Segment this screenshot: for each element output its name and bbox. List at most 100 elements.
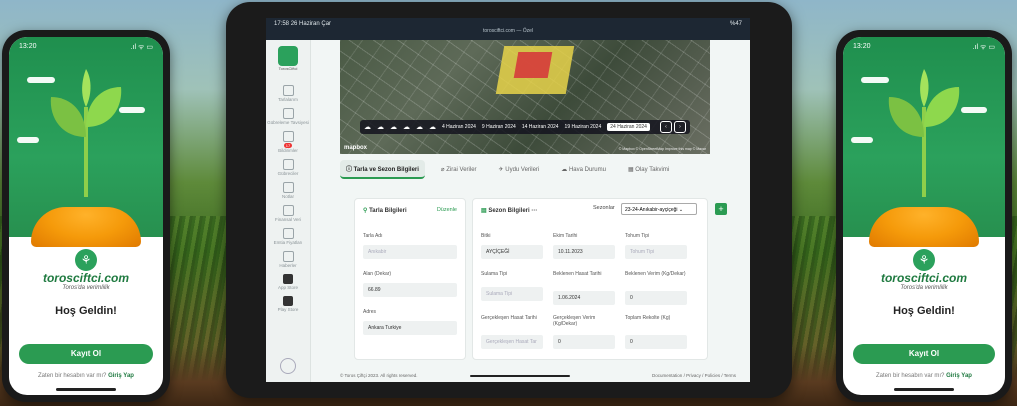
- add-season-button[interactable]: +: [715, 203, 727, 215]
- store-icon: [282, 159, 294, 170]
- tablet-status-bar: 17:58 26 Haziran Çar torosciftci.com — Ö…: [266, 18, 750, 40]
- logo-badge-icon: ⚘: [913, 249, 935, 271]
- bell-icon: [282, 131, 294, 142]
- brand-name: torosciftci.com: [42, 271, 129, 285]
- sidebar-item-haberler[interactable]: Haberler: [266, 251, 310, 268]
- edit-link[interactable]: Düzenle: [437, 207, 457, 213]
- season-field-input[interactable]: 0: [553, 335, 615, 349]
- field-area-input[interactable]: 66.89: [363, 283, 457, 297]
- timeline-date-selected[interactable]: 24 Haziran 2024: [607, 123, 650, 131]
- sidebar-item-bildirimler[interactable]: 17 Bildirimler: [266, 131, 310, 153]
- sidebar-item-label: Tarlalarım: [278, 97, 298, 102]
- satellite-map[interactable]: ☁ ☁ ☁ ☁ ☁ ☁ 4 Haziran 2024 9 Haziran 202…: [340, 40, 710, 154]
- season-field-input[interactable]: Gerçekleşen Hasat Tar: [481, 335, 543, 349]
- welcome-title: Hoş Geldin!: [893, 305, 955, 317]
- field-address-input[interactable]: Ankara Turkiye: [363, 321, 457, 335]
- timeline-date[interactable]: 19 Haziran 2024: [565, 124, 602, 130]
- cloud-icon: ☁: [403, 124, 410, 131]
- grid-icon: [282, 85, 294, 96]
- news-icon: [282, 251, 294, 262]
- brand-logo: ⚘ torosciftci.com Toros'da verimlilik: [9, 249, 163, 291]
- tablet-screen: 17:58 26 Haziran Çar torosciftci.com — Ö…: [266, 18, 750, 382]
- field-info-title: Tarla Bilgileri: [369, 208, 407, 214]
- season-field-input[interactable]: 0: [625, 291, 687, 305]
- register-button[interactable]: Kayıt Ol: [853, 344, 995, 364]
- phone-status-bar: 13:20 .ıl ᯤ ▭: [19, 43, 153, 52]
- calendar-icon: ▤: [481, 208, 487, 214]
- home-indicator: [470, 375, 570, 377]
- url-bar[interactable]: torosciftci.com — Özel: [266, 28, 750, 34]
- tab-olay-takvimi[interactable]: ▦ Olay Takvimi: [622, 162, 675, 177]
- copyright-text: © Toros Çiftçi 2023. All rights reserved…: [340, 373, 418, 378]
- sidebar-item-emtia[interactable]: Emtia Fiyatları: [266, 228, 310, 245]
- tab-label: Tarla ve Sezon Bilgileri: [353, 166, 419, 173]
- field-area-label: Alan (Dekar): [363, 271, 392, 277]
- field-address-label: Adres: [363, 309, 377, 315]
- sidebar-item-gubreciler[interactable]: Gübreciler: [266, 159, 310, 176]
- sidebar-item-label: App Store: [277, 285, 298, 290]
- season-field-input[interactable]: 1.06.2024: [553, 291, 615, 305]
- sidebar-item-app-store[interactable]: App Store: [266, 274, 310, 290]
- season-field-label: Toplam Rekolte (Kg): [625, 315, 671, 321]
- sidebar-item-label: Emtia Fiyatları: [273, 240, 303, 245]
- field-ndvi-overlay: [513, 52, 553, 78]
- welcome-title: Hoş Geldin!: [55, 305, 117, 317]
- map-attribution[interactable]: © Mapbox © OpenStreetMap Improve this ma…: [619, 147, 706, 151]
- cloud-icon: ☁: [377, 124, 384, 131]
- plant-icon: [50, 69, 122, 197]
- field-name-input[interactable]: Anıkabir: [363, 245, 457, 259]
- tab-label: Hava Durumu: [568, 166, 606, 173]
- right-phone: 13:20 .ıl ᯤ ▭ ⚘ torosciftci.com Toros'da …: [836, 30, 1012, 402]
- cloud-icon: [17, 137, 39, 143]
- app-logo-icon[interactable]: [278, 46, 298, 66]
- tab-label: Uydu Verileri: [505, 166, 540, 173]
- login-link[interactable]: Giriş Yap: [946, 373, 972, 379]
- login-link[interactable]: Giriş Yap: [108, 373, 134, 379]
- more-options-icon[interactable]: ···: [531, 208, 537, 214]
- season-select[interactable]: 23-24-Anıkabir-ayçiçeği ⌄: [621, 203, 697, 215]
- location-pin-icon: ⚲: [363, 208, 368, 214]
- chevron-right-icon[interactable]: ›: [674, 121, 686, 133]
- tab-zirai-veriler[interactable]: ⌀ Zirai Veriler: [435, 162, 483, 177]
- register-button[interactable]: Kayıt Ol: [19, 344, 153, 364]
- season-field-label: Bitki: [481, 233, 491, 239]
- season-field-input[interactable]: Sulama Tipi: [481, 287, 543, 301]
- tab-tarla-sezon[interactable]: ⓘ Tarla ve Sezon Bilgileri: [340, 159, 425, 179]
- sidebar-item-gubreleme[interactable]: Gübreleme Tavsiyesi: [266, 108, 310, 125]
- sidebar-item-tarlalarim[interactable]: Tarlalarım: [266, 85, 310, 102]
- seasons-label: Sezonlar: [593, 205, 615, 211]
- signal-icon: .ıl ᯤ ▭: [972, 44, 995, 51]
- coin-pile-icon: [31, 207, 141, 247]
- avatar[interactable]: [280, 358, 296, 374]
- timeline-date[interactable]: 4 Haziran 2024: [442, 124, 476, 130]
- brand-tagline: Toros'da verimlilik: [62, 285, 110, 291]
- cloud-icon: ☁: [429, 124, 436, 131]
- footer-links[interactable]: Documentation / Privacy / Policies / Ter…: [652, 373, 736, 378]
- sidebar-item-label: Play Store: [277, 307, 299, 312]
- season-info-panel: ▤ Sezon Bilgileri ··· Sezonlar 23-24-Anı…: [472, 198, 727, 360]
- phone-status-bar: 13:20 .ıl ᯤ ▭: [853, 43, 995, 52]
- home-indicator: [56, 388, 116, 391]
- tab-uydu-verileri[interactable]: ✈ Uydu Verileri: [493, 162, 546, 177]
- sidebar-item-notlar[interactable]: Notlar: [266, 182, 310, 199]
- season-field-input[interactable]: AYÇİÇEĞİ: [481, 245, 543, 259]
- sidebar-item-finansal[interactable]: Finansal Veri: [266, 205, 310, 222]
- tab-hava-durumu[interactable]: ☁ Hava Durumu: [555, 162, 612, 177]
- app-logo-label: TorosCiftci: [278, 66, 298, 71]
- panel-title: ⚲ Tarla Bilgileri: [363, 207, 407, 214]
- timeline-date[interactable]: 9 Haziran 2024: [482, 124, 516, 130]
- sidebar-item-label: Gübreciler: [277, 171, 299, 176]
- cloud-icon: ☁: [390, 124, 397, 131]
- chevron-down-icon: ⌄: [678, 207, 684, 213]
- sidebar-item-play-store[interactable]: Play Store: [266, 296, 310, 312]
- left-phone: 13:20 .ıl ᯤ ▭ ⚘ torosciftci.com Toros'da …: [2, 30, 170, 402]
- season-field-input[interactable]: 0: [625, 335, 687, 349]
- timeline-date[interactable]: 14 Haziran 2024: [522, 124, 559, 130]
- cloud-icon: ☁: [416, 124, 423, 131]
- sidebar-item-label: Gübreleme Tavsiyesi: [267, 120, 309, 125]
- mapbox-logo: mapbox: [344, 145, 368, 151]
- season-field-input[interactable]: 10.11.2023: [553, 245, 615, 259]
- season-field-input[interactable]: Tohum Tipi: [625, 245, 687, 259]
- chevron-left-icon[interactable]: ‹: [660, 121, 672, 133]
- left-phone-screen: 13:20 .ıl ᯤ ▭ ⚘ torosciftci.com Toros'da …: [9, 37, 163, 395]
